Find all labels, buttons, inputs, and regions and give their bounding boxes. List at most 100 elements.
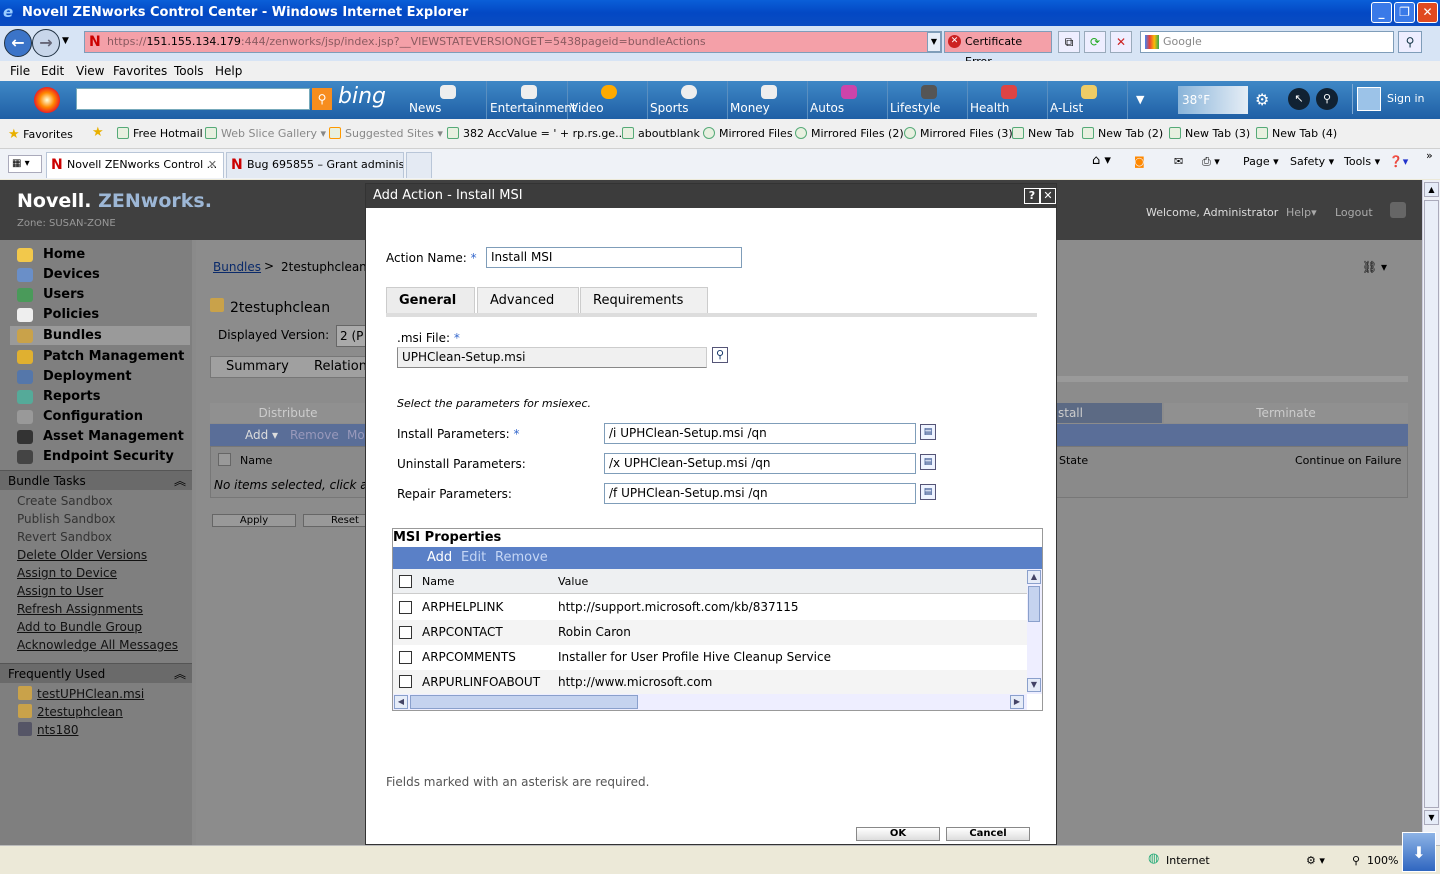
row-checkbox[interactable] (399, 626, 412, 639)
props-vertical-scrollbar[interactable]: ▲ ▼ (1027, 569, 1042, 694)
page-vertical-scrollbar[interactable]: ▲ ▼ (1422, 180, 1440, 845)
scroll-left-icon[interactable]: ◀ (394, 695, 408, 709)
install-params-picker-icon[interactable]: ▤ (920, 424, 936, 440)
props-horizontal-scrollbar[interactable]: ◀ ▶ (393, 694, 1027, 710)
more-action-link[interactable]: Mo (347, 428, 365, 442)
sign-in-button[interactable]: Sign in (1352, 84, 1438, 114)
fav-new-tab-3[interactable]: New Tab (3) (1169, 127, 1250, 140)
props-edit-button[interactable]: Edit (461, 547, 486, 569)
repair-params-picker-icon[interactable]: ▤ (920, 484, 936, 500)
search-icon[interactable]: ⚲ (1398, 31, 1422, 53)
download-arrow-icon[interactable]: ⬇ (1402, 832, 1436, 872)
gear-icon[interactable]: ⚙ (1255, 90, 1269, 109)
quick-tabs-icon[interactable]: ▦ ▾ (8, 155, 42, 173)
action-name-input[interactable]: Install MSI (486, 247, 742, 268)
bing-lifestyle[interactable]: Lifestyle (890, 81, 968, 119)
table-row[interactable]: ARPCOMMENTS Installer for User Profile H… (393, 645, 1027, 670)
cancel-button[interactable]: Cancel (946, 827, 1030, 841)
subtab-relationships[interactable]: Relation (314, 359, 367, 374)
fav-mirrored-files-2[interactable]: Mirrored Files (2) (795, 127, 904, 140)
bing-autos[interactable]: Autos (810, 81, 888, 119)
chevron-more-icon[interactable]: » (1426, 149, 1433, 162)
new-tab-button[interactable] (406, 152, 432, 178)
tab-bug[interactable]: N Bug 695855 – Grant administ... (226, 152, 404, 178)
search-icon[interactable] (1390, 202, 1406, 218)
scroll-down-icon[interactable]: ▼ (1424, 810, 1439, 825)
scroll-up-icon[interactable]: ▲ (1424, 182, 1439, 197)
menu-tools[interactable]: Tools (174, 64, 204, 78)
row-checkbox[interactable] (399, 651, 412, 664)
task-assign-to-user[interactable]: Assign to User (17, 584, 103, 598)
link-chain-icon[interactable]: ⛓ ▾ (1362, 260, 1387, 274)
fav-free-hotmail[interactable]: Free Hotmail (117, 127, 203, 140)
close-tab-icon[interactable]: ✕ (208, 153, 217, 177)
restore-button[interactable]: ❐ (1394, 2, 1415, 23)
fav-accvalue[interactable]: 382 AccValue = ' + rp.rs.ge... (447, 127, 626, 140)
print-icon[interactable]: ⎙ ▾ (1202, 155, 1220, 169)
home-icon[interactable]: ⌂ ▾ (1092, 153, 1111, 168)
bing-money[interactable]: Money (730, 81, 808, 119)
nav-policies[interactable]: Policies (17, 305, 99, 325)
displayed-version-select[interactable]: 2 (P (336, 325, 366, 347)
nav-deployment[interactable]: Deployment (17, 367, 132, 387)
scroll-right-icon[interactable]: ▶ (1010, 695, 1024, 709)
repair-params-input[interactable]: /f UPHClean-Setup.msi /qn (604, 483, 916, 504)
search-input[interactable]: Google (1140, 31, 1394, 53)
bing-video[interactable]: Video (570, 81, 648, 119)
msi-file-input[interactable]: UPHClean-Setup.msi (397, 347, 707, 368)
props-select-all-checkbox[interactable] (399, 575, 412, 588)
fav-new-tab-2[interactable]: New Tab (2) (1082, 127, 1163, 140)
breadcrumb-bundles[interactable]: Bundles (213, 260, 261, 274)
vertical-scroll-thumb[interactable] (1028, 586, 1040, 622)
phase-install[interactable]: stall (1056, 403, 1162, 423)
subtab-summary[interactable]: Summary (226, 359, 289, 374)
collapse-icon[interactable]: ︽ (174, 664, 186, 684)
tab-zenworks[interactable]: N Novell ZENworks Control ... ✕ (46, 152, 224, 178)
stop-icon[interactable]: ✕ (1110, 31, 1132, 53)
weather-temp[interactable]: 38°F (1178, 86, 1248, 114)
apply-button[interactable]: Apply (212, 514, 296, 527)
scroll-up-icon[interactable]: ▲ (1027, 570, 1041, 584)
bing-sports[interactable]: Sports (650, 81, 728, 119)
fav-new-tab-4[interactable]: New Tab (4) (1256, 127, 1337, 140)
safety-menu[interactable]: Safety ▾ (1290, 155, 1334, 168)
props-remove-button[interactable]: Remove (495, 547, 548, 569)
back-button[interactable]: ← (4, 29, 32, 57)
phase-terminate[interactable]: Terminate (1164, 403, 1408, 423)
menu-help[interactable]: Help (215, 64, 242, 78)
help-icon[interactable]: ❓▾ (1389, 155, 1408, 168)
fav-aboutblank[interactable]: aboutblank (622, 127, 700, 140)
menu-file[interactable]: File (10, 64, 30, 78)
recent-testuphclean-msi[interactable]: testUPHClean.msi (37, 687, 144, 701)
add-action-menu[interactable]: Add ▾ (245, 428, 278, 442)
remove-action-link[interactable]: Remove (290, 428, 339, 442)
nav-configuration[interactable]: Configuration (17, 407, 143, 427)
horizontal-scroll-thumb[interactable] (410, 695, 638, 709)
collapse-icon[interactable]: ︽ (174, 471, 186, 491)
bundle-tasks-header[interactable]: Bundle Tasks ︽ (0, 470, 192, 490)
forward-button[interactable]: → (32, 29, 60, 57)
logout-link[interactable]: Logout (1335, 206, 1373, 219)
row-checkbox[interactable] (399, 601, 412, 614)
uninstall-params-input[interactable]: /x UPHClean-Setup.msi /qn (604, 453, 916, 474)
recent-2testuphclean[interactable]: 2testuphclean (37, 705, 123, 719)
bing-search-input[interactable] (76, 88, 310, 110)
minimize-button[interactable]: _ (1371, 2, 1392, 23)
bing-a-list[interactable]: A-List (1050, 81, 1128, 119)
page-scroll-thumb[interactable] (1424, 200, 1439, 808)
task-refresh-assignments[interactable]: Refresh Assignments (17, 602, 143, 616)
tools-menu[interactable]: Tools ▾ (1344, 155, 1380, 168)
task-assign-to-device[interactable]: Assign to Device (17, 566, 117, 580)
close-icon[interactable]: ✕ (1040, 188, 1056, 204)
bing-search-round-icon[interactable]: ⚲ (1316, 88, 1338, 110)
task-acknowledge-all-messages[interactable]: Acknowledge All Messages (17, 638, 178, 652)
task-delete-older-versions[interactable]: Delete Older Versions (17, 548, 147, 562)
task-add-to-bundle-group[interactable]: Add to Bundle Group (17, 620, 142, 634)
recent-nts180[interactable]: nts180 (37, 723, 78, 737)
select-all-checkbox[interactable] (218, 453, 231, 466)
table-row[interactable]: ARPURLINFOABOUT http://www.microsoft.com (393, 670, 1027, 694)
menu-edit[interactable]: Edit (41, 64, 64, 78)
nav-reports[interactable]: Reports (17, 387, 100, 407)
frequently-used-header[interactable]: Frequently Used ︽ (0, 663, 192, 683)
help-link[interactable]: Help▾ (1286, 206, 1317, 219)
